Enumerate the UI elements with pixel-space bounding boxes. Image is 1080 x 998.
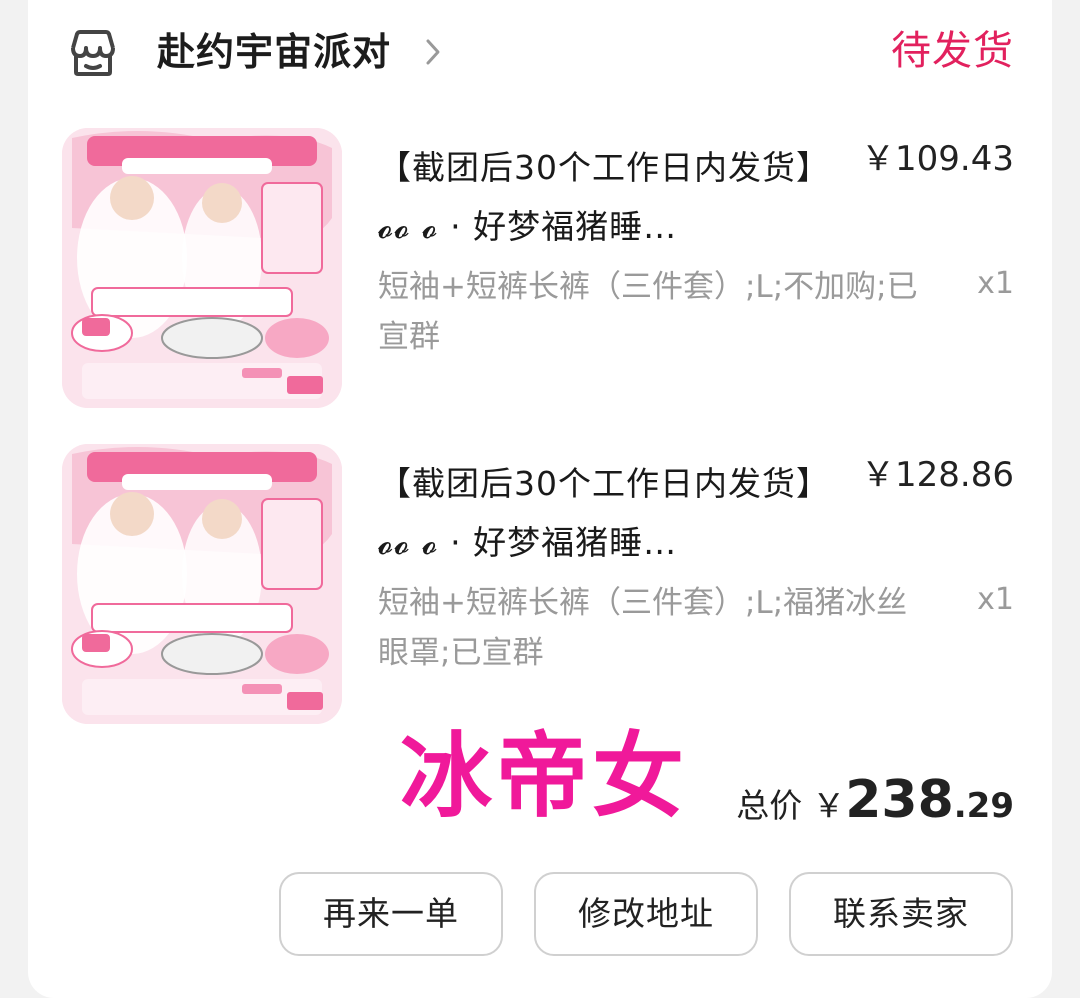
contact-seller-button[interactable]: 联系卖家 — [789, 872, 1013, 956]
order-item[interactable]: 【截团后30个工作日内发货】𝓸𝓸 𝓸 · 好梦福猪睡… ￥109.43 短袖+短… — [62, 128, 1022, 410]
shop-icon[interactable] — [67, 28, 119, 78]
product-quantity: x1 — [977, 582, 1014, 617]
product-image[interactable] — [62, 444, 342, 724]
product-quantity: x1 — [977, 266, 1014, 301]
edit-address-button[interactable]: 修改地址 — [534, 872, 758, 956]
order-item[interactable]: 【截团后30个工作日内发货】𝓸𝓸 𝓸 · 好梦福猪睡… ￥128.86 短袖+短… — [62, 444, 1022, 726]
total-integer: 238 — [845, 770, 954, 830]
product-title[interactable]: 【截团后30个工作日内发货】𝓸𝓸 𝓸 · 好梦福猪睡… — [378, 454, 818, 572]
order-total: 总价 ￥238.29 — [736, 770, 1014, 834]
product-spec: 短袖+短裤长裤（三件套）;L;不加购;已宣群 — [378, 269, 918, 355]
watermark-text: 冰帝女 — [400, 723, 689, 830]
product-image-graphic — [62, 444, 342, 724]
order-status: 待发货 — [891, 28, 1014, 74]
product-image-graphic — [62, 128, 342, 408]
total-label: 总价 — [736, 786, 803, 825]
total-currency: ￥ — [812, 786, 846, 825]
product-spec: 短袖+短裤长裤（三件套）;L;福猪冰丝眼罩;已宣群 — [378, 585, 908, 671]
product-price: ￥109.43 — [861, 139, 1014, 179]
total-decimal: .29 — [953, 786, 1014, 826]
product-image[interactable] — [62, 128, 342, 408]
chevron-right-icon[interactable] — [424, 36, 442, 68]
shop-name[interactable]: 赴约宇宙派对 — [157, 26, 391, 78]
rebuy-button[interactable]: 再来一单 — [279, 872, 503, 956]
product-title[interactable]: 【截团后30个工作日内发货】𝓸𝓸 𝓸 · 好梦福猪睡… — [378, 138, 818, 256]
product-price: ￥128.86 — [861, 455, 1014, 495]
